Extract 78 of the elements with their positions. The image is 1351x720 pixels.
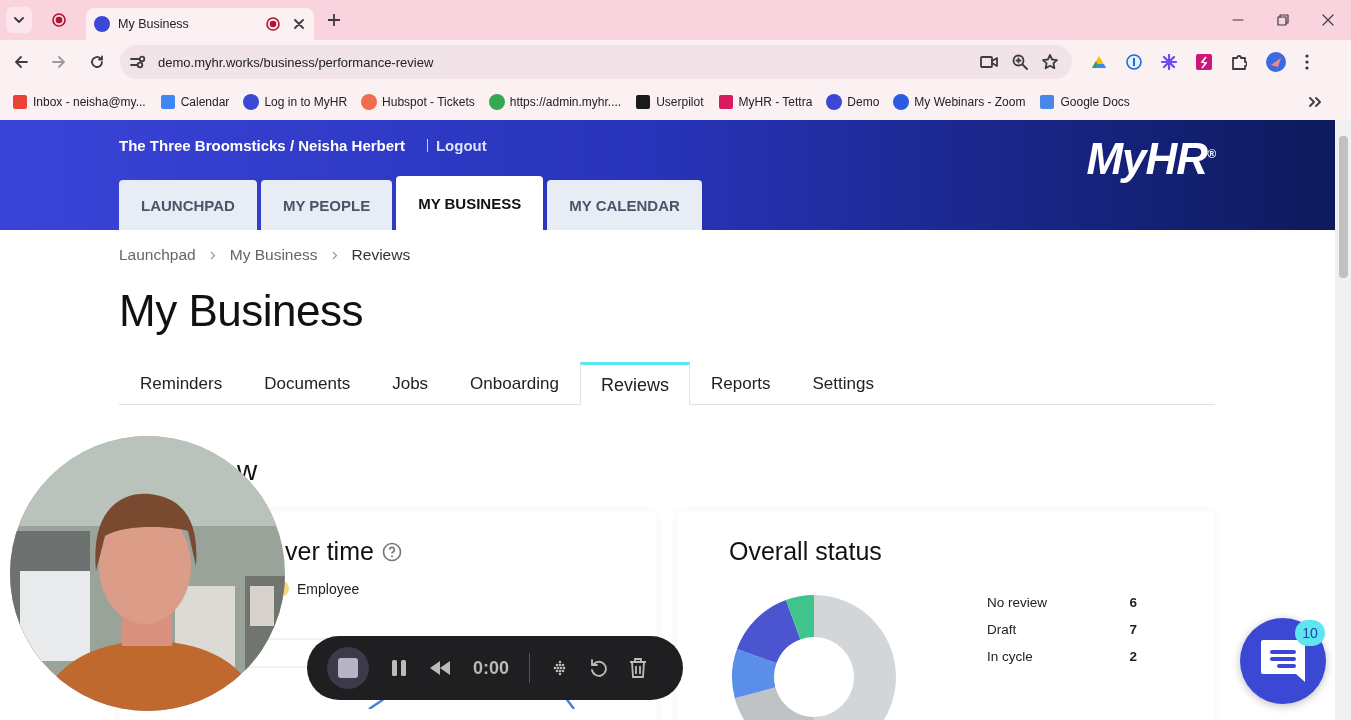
chevrons-icon[interactable] [1309,97,1321,107]
nav-tab[interactable]: MY PEOPLE [260,180,393,230]
notification-badge: 10 [1295,620,1325,646]
legend-count: 6 [1129,595,1137,612]
bookmark[interactable]: MyHR - Tettra [717,94,813,110]
asterisk-icon[interactable] [1161,54,1177,70]
section-tab[interactable]: Onboarding [449,362,580,404]
url-text: demo.myhr.works/business/performance-review [158,54,434,70]
section-tab[interactable]: Reminders [119,362,244,404]
breadcrumb-link[interactable]: My Business [229,246,318,264]
chevron-icon [331,250,338,260]
site-icon [94,16,110,32]
close-icon[interactable] [294,19,304,29]
forward-icon [52,55,66,69]
zoom-icon[interactable] [1012,54,1028,70]
caret-icon [14,17,24,23]
section-tab[interactable]: Reviews [579,362,690,405]
section-tab[interactable]: Reports [690,362,792,404]
chat-icon [1259,638,1307,684]
close-icon[interactable] [1322,14,1334,26]
site-settings-icon[interactable] [130,55,146,69]
card-title: Overall status [729,537,883,566]
legend-label: In cycle [987,649,1033,666]
bookmark[interactable]: Demo [826,94,880,110]
timer: 0:00 [473,657,510,679]
logo[interactable]: MyHR$^{®}$ [1086,120,1215,230]
pause-icon[interactable] [391,659,407,677]
nav-tab[interactable]: MY BUSINESS [396,176,544,230]
legend-count: 2 [1129,649,1137,666]
help-icon[interactable] [381,541,402,562]
star-icon[interactable] [1042,54,1058,70]
nav-tab[interactable]: LAUNCHPAD [119,180,257,230]
bookmark[interactable]: Calendar [159,94,230,110]
card-title: ver time [285,537,374,566]
ribbon-icon[interactable] [1196,54,1212,70]
rewind-icon[interactable] [429,661,451,675]
page-title: My Business [119,286,364,336]
section-tab[interactable]: Documents [243,362,372,404]
breadcrumb-current: Reviews [351,246,411,264]
breadcrumb-link[interactable]: Launchpad [119,246,196,264]
menu-icon[interactable] [1305,54,1309,70]
bookmark[interactable]: My Webinars - Zoom [893,94,1026,110]
camera-icon[interactable] [980,55,998,69]
bookmark[interactable]: https://admin.myhr.... [488,94,622,110]
plus-icon[interactable] [328,14,340,26]
bookmark[interactable]: Google Docs [1039,94,1130,110]
undo-icon[interactable] [589,659,608,677]
back-icon[interactable] [14,55,28,69]
bookmark[interactable]: Log in to MyHR [243,94,348,110]
dot-grid-icon[interactable] [552,660,568,676]
scrollbar[interactable] [1335,120,1351,720]
legend-count: 7 [1129,622,1137,639]
stop-button[interactable] [327,647,369,689]
reload-icon[interactable] [90,55,104,69]
tab-title: My Business [118,17,190,31]
avatar-icon[interactable] [1266,52,1286,72]
tab-search-button[interactable] [6,7,32,33]
puzzle-icon[interactable] [1231,54,1247,70]
legend-label: Employee [297,580,360,597]
record-icon[interactable] [52,13,66,27]
logout-link[interactable]: Logout [426,139,487,152]
legend-label: No review [987,595,1048,612]
bookmark[interactable]: Userpilot [635,94,704,110]
legend-label: Draft [987,622,1017,639]
nav-tab[interactable]: MY CALENDAR [547,180,702,230]
section-tab[interactable]: Settings [791,362,895,404]
lock-ring-icon[interactable] [1126,54,1142,70]
triangle-icon[interactable] [1091,55,1107,69]
chevron-icon [209,250,216,260]
browser-tab[interactable]: My Business [86,8,314,40]
scroll-thumb[interactable] [1339,136,1348,278]
bookmark[interactable]: Inbox - neisha@my... [12,94,146,110]
section-tab[interactable]: Jobs [371,362,450,404]
account-name: The Three Broomsticks / Neisha Herbert [119,137,405,154]
address-bar[interactable]: demo.myhr.works/business/performance-review [120,45,1072,79]
bookmark[interactable]: Hubspot - Tickets [361,94,475,110]
trash-icon[interactable] [629,658,648,678]
restore-icon[interactable] [1277,14,1289,26]
